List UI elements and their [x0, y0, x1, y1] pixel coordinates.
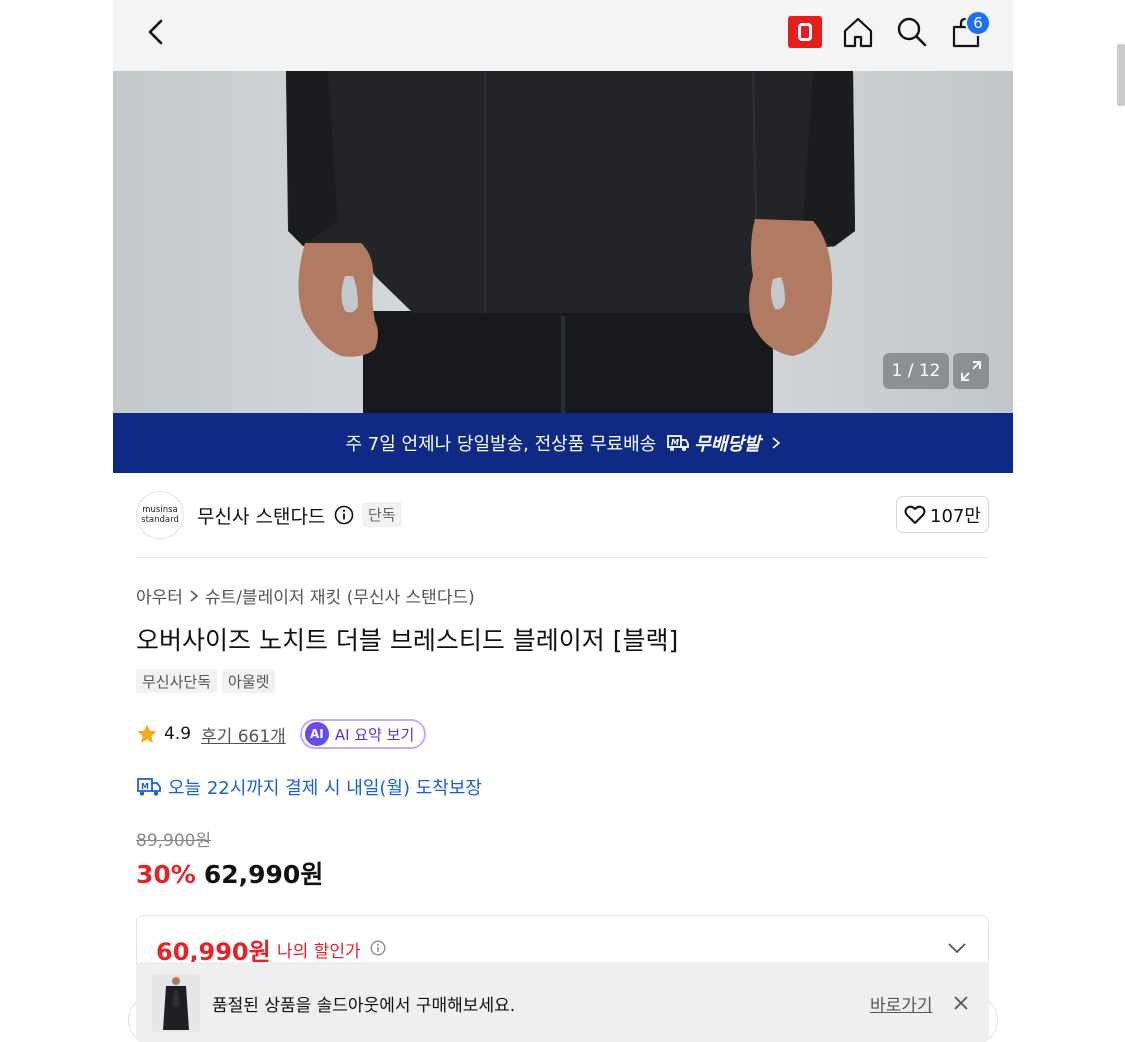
expand-image-button[interactable]: [953, 353, 989, 389]
top-header: 6: [113, 0, 1013, 71]
price-row: 30% 62,990원: [136, 855, 323, 891]
expand-icon: [961, 361, 981, 381]
soldout-toast: 품절된 상품을 솔드아웃에서 구매해보세요. 바로가기: [136, 962, 989, 1042]
product-title: 오버사이즈 노치트 더블 브레스티드 블레이저 [블랙]: [136, 626, 679, 655]
search-icon: [897, 17, 927, 47]
product-tag: 무신사단독: [136, 669, 218, 693]
back-button[interactable]: [141, 16, 173, 48]
truck-icon: M: [137, 778, 161, 796]
product-thumbnail-image: [163, 977, 189, 1030]
original-price: 89,900원: [136, 831, 212, 851]
info-icon[interactable]: [370, 940, 386, 956]
reviews-link[interactable]: 후기 661개: [201, 722, 286, 747]
divider: [136, 557, 989, 558]
arrival-text: 오늘 22시까지 결제 시 내일(월) 도착보장: [168, 778, 482, 799]
chevron-right-icon: [771, 437, 780, 449]
product-image[interactable]: 1 / 12: [113, 71, 1013, 413]
toast-message: 품절된 상품을 솔드아웃에서 구매해보세요.: [212, 996, 516, 1016]
cart-count-badge: 6: [965, 10, 991, 36]
home-icon: [843, 17, 873, 48]
search-button[interactable]: [894, 14, 930, 50]
banner-brand-label: 무배당발: [694, 434, 761, 455]
product-tags: 무신사단독 아울렛: [136, 669, 276, 693]
discount-rate: 30%: [136, 860, 196, 889]
truck-icon: M: [667, 435, 690, 451]
banner-brand: M 무배당발: [666, 430, 761, 456]
breadcrumb: 아우터 슈트/블레이저 재킷 (무신사 스탠다드): [136, 583, 475, 608]
arrival-guarantee: M 오늘 22시까지 결제 시 내일(월) 도착보장: [136, 774, 482, 800]
brand-logo-line1: musinsa: [142, 505, 178, 515]
ai-summary-button[interactable]: AI AI 요약 보기: [299, 719, 427, 749]
product-page: 6 1 / 12 주 7일 언제나 당일발송, 전상품 무료배송 M 무배당발 …: [113, 0, 1013, 1042]
musinsa-logo-button[interactable]: [788, 16, 822, 48]
chevron-down-icon[interactable]: [945, 938, 969, 958]
breadcrumb-item[interactable]: 아우터: [136, 583, 183, 608]
exclusive-tag: 단독: [362, 502, 402, 527]
toast-product-thumbnail: [152, 974, 200, 1032]
my-discount-label: 나의 할인가: [277, 942, 361, 962]
breadcrumb-item[interactable]: 슈트/블레이저 재킷 (무신사 스탠다드): [205, 583, 475, 608]
sale-price: 62,990원: [203, 860, 324, 889]
svg-text:M: M: [141, 782, 149, 791]
product-tag: 아울렛: [222, 669, 276, 693]
svg-text:M: M: [671, 438, 679, 447]
toast-link-button[interactable]: 바로가기: [870, 991, 933, 1016]
rating-row: 4.9 후기 661개 AI AI 요약 보기: [136, 718, 427, 750]
brand-logo[interactable]: musinsa standard: [136, 491, 184, 539]
image-counter: 1 / 12: [883, 353, 949, 389]
delivery-banner[interactable]: 주 7일 언제나 당일발송, 전상품 무료배송 M 무배당발: [113, 413, 1013, 473]
ai-summary-label: AI 요약 보기: [334, 725, 415, 744]
page-scrollbar[interactable]: [1117, 44, 1125, 106]
rating-value: 4.9: [164, 724, 192, 744]
banner-text: 주 7일 언제나 당일발송, 전상품 무료배송: [345, 434, 657, 455]
product-photo: [286, 71, 855, 413]
home-button[interactable]: [840, 14, 876, 50]
like-button[interactable]: 107만: [896, 496, 989, 533]
star-icon: [137, 724, 157, 743]
brand-logo-line2: standard: [141, 515, 179, 525]
like-count: 107만: [930, 505, 981, 527]
close-icon[interactable]: [952, 994, 970, 1012]
back-icon: [148, 19, 163, 45]
ai-badge-icon: AI: [304, 722, 329, 746]
musinsa-logo-icon: [798, 23, 812, 41]
heart-icon: [904, 505, 926, 524]
chevron-right-icon: [190, 589, 199, 602]
info-icon[interactable]: [334, 505, 354, 525]
brand-name[interactable]: 무신사 스탠다드: [197, 502, 325, 529]
